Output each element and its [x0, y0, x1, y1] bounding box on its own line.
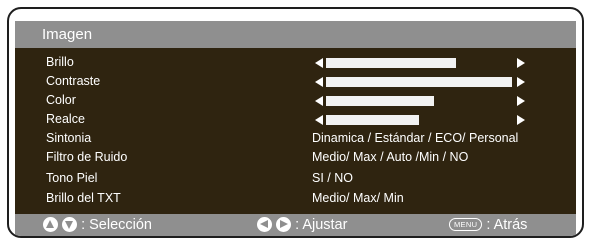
arrow-left-icon[interactable]: [315, 58, 323, 68]
row-label: Color: [46, 93, 76, 107]
menu-row-brillo[interactable]: Brillo: [15, 53, 576, 72]
arrow-right-icon[interactable]: [517, 96, 525, 106]
up-arrow-icon: [43, 217, 58, 232]
menu-row-tono-piel[interactable]: Tono Piel SI / NO: [15, 169, 576, 188]
left-arrow-icon: [257, 217, 272, 232]
row-value: Medio/ Max/ Min: [312, 191, 404, 205]
menu-row-contraste[interactable]: Contraste: [15, 72, 576, 91]
menu-panel: Brillo Contraste Color Realce Sintonia D…: [15, 48, 576, 214]
arrow-left-icon[interactable]: [315, 96, 323, 106]
row-label: Filtro de Ruido: [46, 150, 128, 164]
arrow-right-icon[interactable]: [517, 58, 525, 68]
slider-fill: [326, 77, 512, 87]
adjust-hint: : Ajustar: [295, 217, 348, 233]
row-label: Brillo del TXT: [46, 191, 121, 205]
help-adjust: : Ajustar: [257, 214, 347, 236]
arrow-right-icon[interactable]: [517, 77, 525, 87]
menu-row-color[interactable]: Color: [15, 91, 576, 110]
slider-track: [326, 77, 512, 87]
select-hint: : Selección: [81, 217, 152, 233]
help-back: MENU : Atrás: [449, 214, 527, 236]
slider-track: [326, 96, 512, 106]
slider-track: [326, 58, 512, 68]
help-select: : Selección: [43, 214, 152, 236]
contraste-slider[interactable]: [315, 76, 525, 88]
menu-row-realce[interactable]: Realce: [15, 110, 576, 129]
slider-fill: [326, 96, 434, 106]
row-label: Sintonia: [46, 131, 92, 145]
back-hint: : Atrás: [486, 217, 528, 233]
row-label: Realce: [46, 112, 85, 126]
arrow-right-icon[interactable]: [517, 115, 525, 125]
menu-row-brillo-del-txt[interactable]: Brillo del TXT Medio/ Max/ Min: [15, 189, 576, 208]
right-arrow-icon: [276, 217, 292, 232]
row-value: SI / NO: [312, 171, 353, 185]
row-label: Brillo: [46, 55, 74, 69]
row-label: Contraste: [46, 74, 101, 88]
arrow-left-icon[interactable]: [315, 115, 323, 125]
slider-fill: [326, 115, 419, 125]
brillo-slider[interactable]: [315, 57, 525, 69]
osd-window: Imagen Brillo Contraste Color Realce Sin…: [7, 7, 584, 238]
color-slider[interactable]: [315, 95, 525, 107]
arrow-left-icon[interactable]: [315, 77, 323, 87]
menu-row-filtro-de-ruido[interactable]: Filtro de Ruido Medio/ Max / Auto /Min /…: [15, 148, 576, 167]
row-value: Medio/ Max / Auto /Min / NO: [312, 150, 469, 164]
menu-title: Imagen: [15, 21, 576, 48]
help-bar: : Selección : Ajustar MENU : Atrás: [15, 214, 576, 236]
slider-track: [326, 115, 512, 125]
menu-row-sintonia[interactable]: Sintonia Dinamica / Estándar / ECO/ Pers…: [15, 129, 576, 148]
realce-slider[interactable]: [315, 114, 525, 126]
down-arrow-icon: [62, 217, 78, 232]
slider-fill: [326, 58, 457, 68]
row-label: Tono Piel: [46, 171, 98, 185]
row-value: Dinamica / Estándar / ECO/ Personal: [312, 131, 519, 145]
menu-key-icon: MENU: [449, 218, 483, 231]
